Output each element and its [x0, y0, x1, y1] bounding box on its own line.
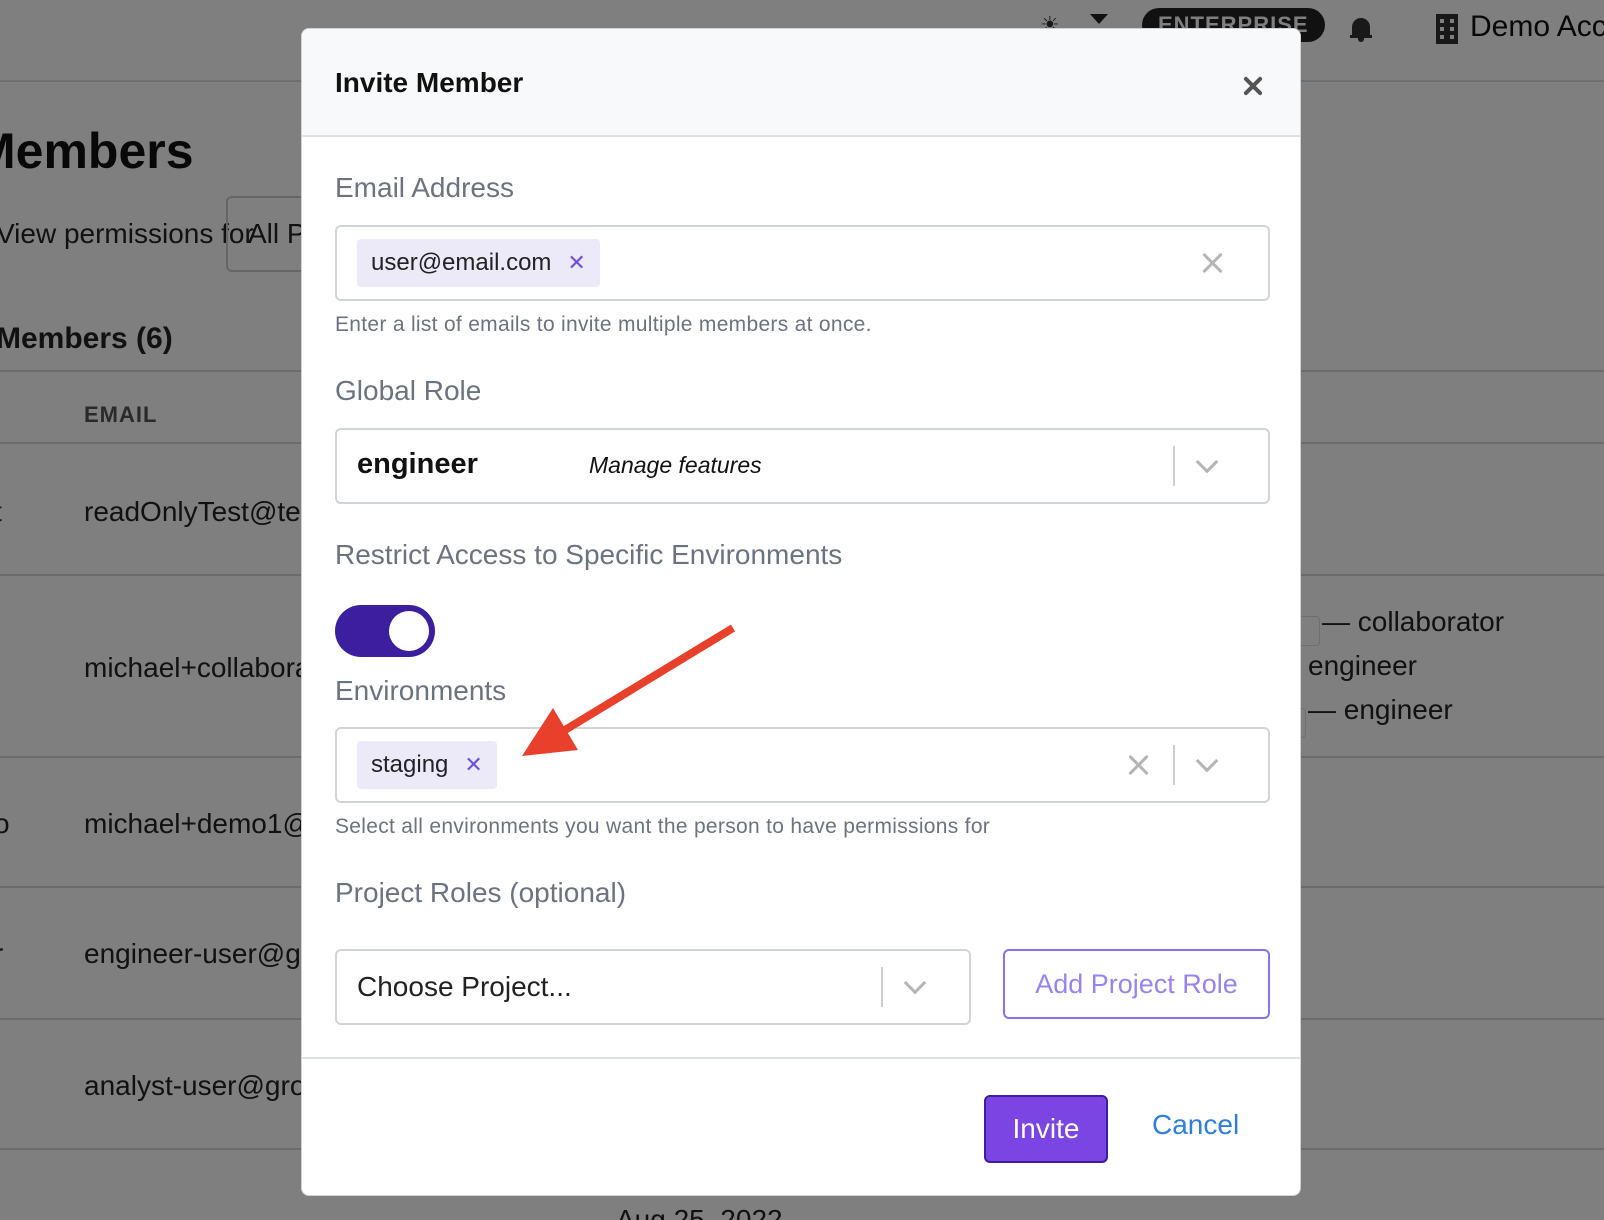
modal-title: Invite Member: [335, 67, 524, 98]
close-icon[interactable]: [1238, 71, 1268, 101]
project-select[interactable]: Choose Project...: [335, 949, 971, 1025]
divider: [881, 967, 883, 1007]
modal-header: Invite Member: [302, 29, 1300, 137]
restrict-access-label: Restrict Access to Specific Environments: [335, 539, 843, 570]
email-help-text: Enter a list of emails to invite multipl…: [335, 313, 872, 336]
environments-label: Environments: [335, 675, 507, 706]
email-chip: user@email.com ✕: [357, 239, 600, 287]
email-label: Email Address: [335, 172, 514, 203]
environments-select[interactable]: staging ✕: [335, 727, 1270, 803]
chevron-down-icon[interactable]: [903, 975, 929, 997]
clear-icon[interactable]: [1199, 249, 1227, 277]
project-roles-label: Project Roles (optional): [335, 877, 627, 908]
toggle-knob: [389, 611, 429, 651]
cancel-button[interactable]: Cancel: [1152, 1109, 1239, 1141]
environment-chip: staging ✕: [357, 741, 497, 789]
chevron-down-icon[interactable]: [1195, 454, 1221, 476]
invite-button[interactable]: Invite: [984, 1095, 1108, 1163]
add-project-role-button[interactable]: Add Project Role: [1003, 949, 1270, 1019]
divider: [1173, 745, 1175, 785]
remove-chip-icon[interactable]: ✕: [464, 741, 482, 789]
global-role-select[interactable]: engineer Manage features: [335, 428, 1270, 504]
invite-member-modal: Invite Member Email Address user@email.c…: [301, 28, 1301, 1196]
modal-footer: Invite Cancel: [302, 1057, 1300, 1195]
environments-help-text: Select all environments you want the per…: [335, 815, 991, 838]
global-role-value: engineer: [357, 448, 478, 480]
project-select-placeholder: Choose Project...: [357, 971, 572, 1002]
environment-chip-label: staging: [371, 751, 449, 778]
divider: [1173, 446, 1175, 486]
clear-icon[interactable]: [1125, 751, 1153, 779]
global-role-description: Manage features: [589, 452, 762, 478]
restrict-access-toggle[interactable]: [335, 605, 435, 657]
email-field[interactable]: user@email.com ✕: [335, 225, 1270, 301]
chevron-down-icon[interactable]: [1195, 753, 1221, 775]
remove-chip-icon[interactable]: ✕: [567, 239, 585, 287]
email-chip-label: user@email.com: [371, 249, 552, 276]
global-role-label: Global Role: [335, 375, 482, 406]
